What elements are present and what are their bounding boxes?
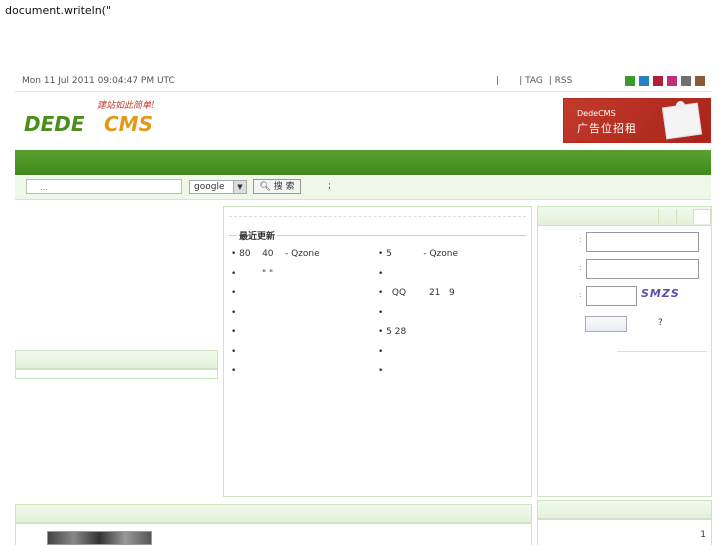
login-tab-2[interactable] [676, 209, 692, 224]
search-button-label: 搜 索 [273, 182, 295, 192]
username-input[interactable] [586, 232, 699, 252]
chevron-down-icon: ▼ [233, 181, 246, 193]
latest-list-item[interactable]: • 5 28 [378, 327, 406, 337]
document-writeln-text: document.writeln(" [5, 4, 112, 17]
captcha-input[interactable] [586, 286, 637, 306]
bottom-right-header [537, 500, 712, 519]
logo-brand-left: DEDE [24, 112, 85, 136]
latest-list-item[interactable]: • QQ 21 9 [378, 288, 455, 298]
style-swatch[interactable] [695, 76, 705, 86]
latest-list-item[interactable]: • [378, 308, 383, 318]
latest-list-item[interactable]: • 80 40 - Qzone [231, 249, 320, 259]
login-button[interactable] [585, 316, 627, 332]
latest-list-item[interactable]: • [378, 269, 383, 279]
login-panel-header [538, 207, 711, 226]
password-label: : [579, 263, 582, 272]
left-section-body [15, 369, 218, 379]
style-swatch[interactable] [653, 76, 663, 86]
date-text: Mon 11 Jul 2011 09:04:47 PM UTC [22, 76, 175, 86]
logo-slogan: 建站如此简单! [97, 100, 155, 111]
login-divider [617, 351, 707, 352]
forgot-password-link[interactable]: ? [658, 318, 663, 328]
password-input[interactable] [586, 259, 699, 279]
latest-updates-panel: 最近更新 • 80 40 - Qzone • " " • • • • • • 5 - Qzo… [223, 206, 532, 497]
search-input[interactable]: ... [26, 179, 182, 194]
style-swatch[interactable] [625, 76, 635, 86]
latest-list-item[interactable]: • [378, 347, 383, 357]
ad-line2: 广告位招租 [577, 122, 637, 135]
top-links: | | TAG | RSS [496, 76, 575, 86]
style-swatches [625, 76, 705, 86]
latest-list-item[interactable]: • " " [231, 269, 273, 279]
latest-list-item[interactable]: • [231, 327, 236, 337]
ad-figure-head [676, 101, 685, 110]
latest-list-item[interactable]: • [231, 288, 236, 298]
search-engine-value: google [194, 182, 225, 192]
latest-list-item[interactable]: • [231, 308, 236, 318]
header-divider [15, 91, 711, 92]
search-hint: ; [328, 181, 332, 191]
search-engine-select[interactable]: google ▼ [189, 180, 247, 194]
search-icon: 🔍︎ [259, 182, 271, 192]
style-swatch[interactable] [639, 76, 649, 86]
username-label: : [579, 235, 582, 244]
rss-link[interactable]: | RSS [549, 76, 573, 86]
latest-list-item[interactable]: • 5 - Qzone [378, 249, 458, 259]
bottom-right-body: 1 [537, 519, 712, 545]
latest-heading: 最近更新 [229, 229, 526, 242]
latest-list-item[interactable]: • [378, 366, 383, 376]
style-swatch[interactable] [667, 76, 677, 86]
page-number[interactable]: 1 [700, 530, 706, 540]
captcha-label: : [579, 290, 582, 299]
style-swatch[interactable] [681, 76, 691, 86]
top-link-sep: | [496, 76, 500, 86]
bottom-section-header [15, 504, 532, 523]
login-tab-1[interactable] [658, 209, 676, 224]
latest-list-item[interactable]: • [231, 366, 236, 376]
login-tab-active[interactable] [693, 209, 711, 224]
login-panel: : : : SMZS ? [537, 206, 712, 497]
latest-heading-text: 最近更新 [237, 229, 278, 242]
tag-link[interactable]: | TAG [519, 76, 543, 86]
search-button[interactable]: 🔍︎ 搜 索 [253, 179, 301, 194]
logo-brand-right: CMS [104, 112, 153, 136]
search-bar: ... google ▼ 🔍︎ 搜 索 ; [15, 176, 711, 200]
dedecms-logo[interactable]: 建站如此简单! DEDE CMS [22, 97, 182, 141]
thumbnail-image[interactable] [47, 531, 152, 545]
main-nav-bar [15, 150, 711, 175]
top-bar: Mon 11 Jul 2011 09:04:47 PM UTC | | TAG … [22, 76, 710, 88]
left-section-header [15, 350, 218, 369]
ad-line1: DedeCMS [577, 109, 616, 118]
ad-banner[interactable]: DedeCMS 广告位招租 [563, 98, 711, 143]
panel-dashed-divider [229, 216, 526, 217]
latest-list-item[interactable]: • [231, 347, 236, 357]
captcha-image[interactable]: SMZS [641, 287, 679, 305]
